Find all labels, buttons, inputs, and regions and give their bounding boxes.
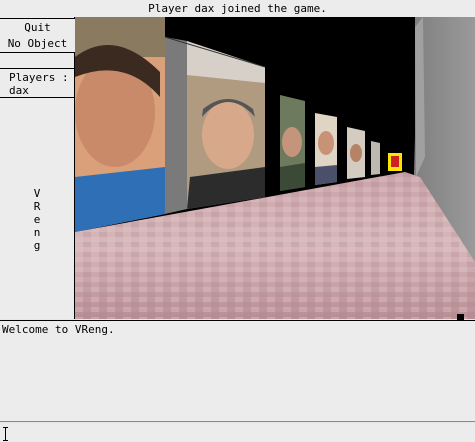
console-output: Welcome to VReng. bbox=[0, 320, 475, 422]
distant-logo-icon bbox=[388, 153, 402, 171]
left-wall bbox=[165, 37, 187, 214]
player-name[interactable]: dax bbox=[9, 84, 75, 97]
vreng-vertical-title: V R e n g bbox=[32, 187, 42, 252]
quit-button[interactable]: Quit bbox=[0, 18, 75, 36]
players-label: Players : bbox=[9, 71, 69, 84]
portrait-panel-4 bbox=[315, 113, 337, 185]
title-letter: e bbox=[33, 213, 41, 226]
title-letter: n bbox=[33, 226, 41, 239]
console-message: Welcome to VReng. bbox=[2, 323, 115, 336]
object-button[interactable]: No Object bbox=[0, 35, 75, 53]
portrait-panel-1 bbox=[75, 17, 165, 232]
text-cursor-icon bbox=[3, 427, 8, 441]
portrait-panel-2 bbox=[187, 75, 265, 209]
players-panel: Players : dax bbox=[0, 68, 75, 98]
title-letter: R bbox=[33, 200, 41, 213]
status-bar: Player dax joined the game. bbox=[0, 0, 475, 17]
sidebar: Quit No Object Players : dax V R e n g bbox=[0, 17, 75, 319]
portrait-panel-5 bbox=[347, 127, 365, 179]
chat-input[interactable] bbox=[0, 423, 475, 442]
portrait-panel-3 bbox=[280, 95, 305, 191]
title-letter: g bbox=[33, 239, 41, 252]
3d-scene bbox=[75, 17, 475, 319]
3d-viewport[interactable] bbox=[75, 17, 475, 319]
title-letter: V bbox=[33, 187, 41, 200]
